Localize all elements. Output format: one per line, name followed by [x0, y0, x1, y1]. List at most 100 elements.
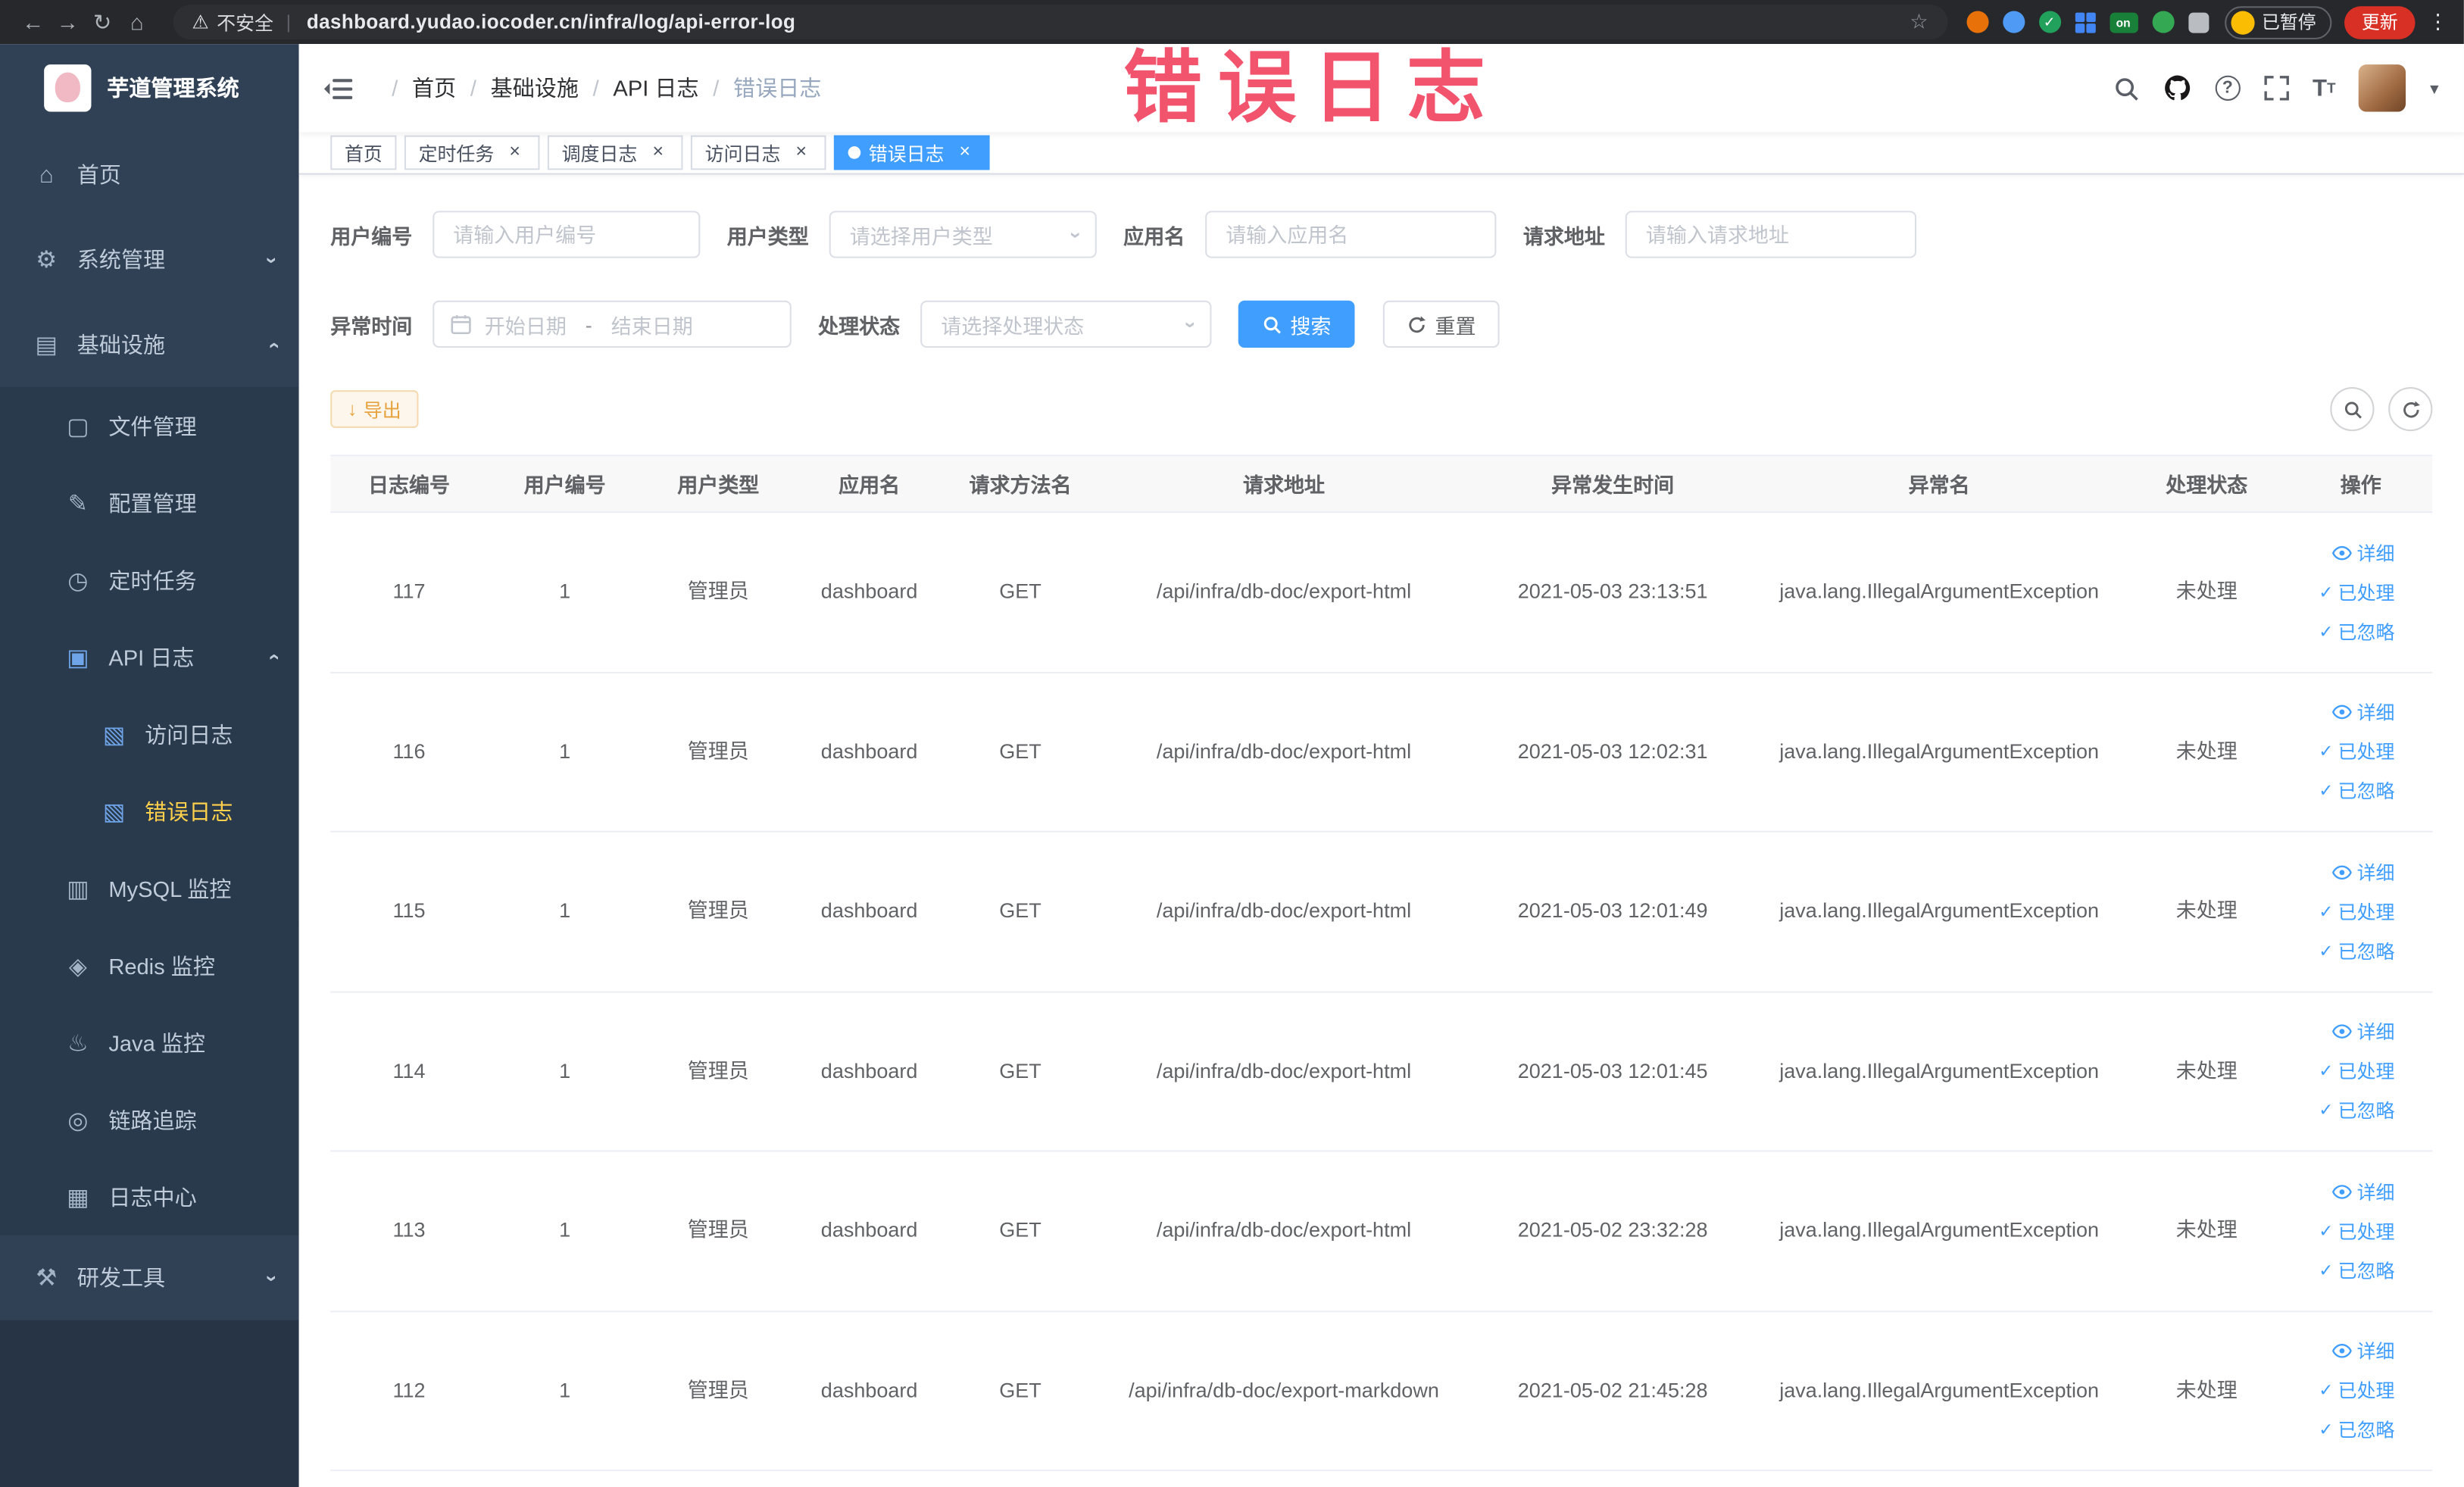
toggle-search-button[interactable] [2330, 386, 2375, 432]
mark-ignored-link[interactable]: ✓ 已忽略 [2319, 937, 2394, 964]
app-name-input[interactable] [1205, 211, 1497, 258]
eye-icon [2331, 865, 2352, 879]
detail-link[interactable]: 详细 [2331, 539, 2394, 566]
request-url-input[interactable] [1625, 211, 1917, 258]
breadcrumb-item[interactable]: 基础设施 [456, 73, 579, 105]
mark-ignored-link[interactable]: ✓ 已忽略 [2319, 1257, 2394, 1283]
close-icon[interactable]: × [504, 142, 526, 164]
bookmark-star-icon[interactable]: ☆ [1910, 9, 1928, 34]
cell-status: 未处理 [2175, 899, 2238, 923]
cell-method: GET [999, 1378, 1042, 1402]
reset-button[interactable]: 重置 [1382, 300, 1500, 348]
cell-user-type: 管理员 [687, 1378, 749, 1402]
sidebar-item[interactable]: Redis 监控 › [0, 926, 299, 1004]
detail-link[interactable]: 详细 [2331, 859, 2394, 886]
cell-actions: 详细 ✓ 已处理 ✓ 已忽略 [2289, 699, 2432, 804]
cell-exception-time: 2021-05-03 12:01:49 [1517, 899, 1708, 923]
extension-icon[interactable]: ✓ [2038, 11, 2061, 33]
mark-processed-link[interactable]: ✓ 已处理 [2319, 739, 2394, 765]
help-icon[interactable]: ? [2215, 75, 2241, 101]
sidebar-item-label: Java 监控 [108, 1029, 206, 1055]
extensions-puzzle-icon[interactable] [2188, 11, 2209, 33]
fullscreen-icon[interactable] [2264, 76, 2289, 101]
mark-ignored-link[interactable]: ✓ 已忽略 [2319, 1417, 2394, 1443]
user-menu-caret-icon[interactable]: ▾ [2430, 78, 2438, 98]
breadcrumb-item[interactable]: 首页 [378, 73, 456, 105]
process-status-select[interactable]: 请选择处理状态 › [920, 300, 1212, 348]
github-icon[interactable] [2163, 74, 2191, 102]
mark-processed-link[interactable]: ✓ 已处理 [2319, 1217, 2394, 1244]
detail-link[interactable]: 详细 [2331, 699, 2394, 726]
browser-home-icon[interactable]: ⌂ [120, 9, 155, 34]
sidebar-item[interactable]: 基础设施 › [0, 301, 299, 387]
sidebar-item[interactable]: 研发工具 › [0, 1235, 299, 1320]
sidebar-item[interactable]: API 日志 › [0, 618, 299, 696]
browser-update-button[interactable]: 更新 [2344, 5, 2416, 39]
extension-badge[interactable]: on [2109, 11, 2138, 33]
breadcrumb-item[interactable]: API 日志 [579, 73, 698, 105]
refresh-button[interactable] [2388, 386, 2433, 432]
view-tab-label: 错误日志 [868, 142, 945, 165]
mark-processed-link[interactable]: ✓ 已处理 [2319, 898, 2394, 925]
forward-icon[interactable]: → [50, 9, 85, 34]
sidebar-item[interactable]: Java 监控 › [0, 1004, 299, 1082]
profile-chip[interactable]: 已暂停 [2224, 5, 2332, 39]
mark-processed-link[interactable]: ✓ 已处理 [2319, 579, 2394, 605]
detail-link[interactable]: 详细 [2331, 1018, 2394, 1045]
mark-ignored-link[interactable]: ✓ 已忽略 [2319, 778, 2394, 804]
cell-status: 未处理 [2175, 579, 2238, 604]
sidebar-item[interactable]: 文件管理 › [0, 386, 299, 464]
sidebar-item[interactable]: MySQL 监控 › [0, 849, 299, 927]
column-header: 请求方法名 [969, 473, 1072, 498]
reload-icon[interactable]: ↻ [85, 8, 120, 35]
sidebar-item[interactable]: 配置管理 › [0, 464, 299, 542]
user-type-select[interactable]: 请选择用户类型 › [829, 211, 1097, 258]
view-tab[interactable]: 调度日志 × [547, 135, 683, 170]
sidebar-item[interactable]: 错误日志 › [0, 772, 299, 850]
sidebar-item[interactable]: 链路追踪 › [0, 1081, 299, 1158]
check-icon: ✓ [2319, 742, 2334, 762]
column-header: 应用名 [839, 473, 901, 498]
font-size-icon[interactable]: TT [2313, 75, 2335, 102]
extension-icon[interactable] [1966, 11, 1988, 33]
mark-ignored-link[interactable]: ✓ 已忽略 [2319, 1097, 2394, 1123]
extension-icon[interactable] [2002, 11, 2025, 33]
sidebar-item[interactable]: 访问日志 › [0, 695, 299, 773]
search-button[interactable]: 搜索 [1238, 300, 1355, 348]
detail-link[interactable]: 详细 [2331, 1338, 2394, 1364]
extension-grid-icon[interactable] [2074, 11, 2095, 33]
detail-link[interactable]: 详细 [2331, 1178, 2394, 1204]
address-bar[interactable]: ⚠ 不安全 | dashboard.yudao.iocoder.cn/infra… [173, 5, 1947, 39]
view-tab[interactable]: 首页 × [330, 135, 397, 170]
filter-row-2: 异常时间 开始日期 - 结束日期 处理状态 请选择处理状态 › 搜索 重置 [330, 300, 2432, 348]
mark-processed-link[interactable]: ✓ 已处理 [2319, 1057, 2394, 1084]
mark-processed-link[interactable]: ✓ 已处理 [2319, 1377, 2394, 1404]
exception-time-range-picker[interactable]: 开始日期 - 结束日期 [433, 300, 792, 348]
logo[interactable]: 芋道管理系统 [0, 44, 299, 132]
user-id-input[interactable] [433, 211, 701, 258]
user-avatar[interactable] [2359, 64, 2407, 112]
mark-ignored-link[interactable]: ✓ 已忽略 [2319, 618, 2394, 645]
sidebar-toggle-icon[interactable] [323, 77, 353, 100]
cell-request-url: /api/infra/db-doc/export-html [1156, 739, 1412, 764]
breadcrumb-item[interactable]: 错误日志 [699, 73, 821, 105]
view-tab[interactable]: 定时任务 × [404, 135, 540, 170]
browser-menu-icon[interactable]: ⋮ [2428, 9, 2448, 34]
close-icon[interactable]: × [954, 142, 976, 164]
sidebar-item[interactable]: 首页 › [0, 132, 299, 217]
mysql-icon [64, 874, 91, 902]
export-button[interactable]: ↓ 导出 [330, 390, 419, 428]
sidebar-item[interactable]: 系统管理 › [0, 217, 299, 302]
cell-request-url: /api/infra/db-doc/export-html [1156, 579, 1412, 604]
close-icon[interactable]: × [790, 142, 812, 164]
extension-icon[interactable] [2151, 11, 2174, 33]
close-icon[interactable]: × [647, 142, 669, 164]
search-icon[interactable] [2113, 75, 2139, 102]
cell-log-id: 116 [392, 739, 426, 764]
view-tab[interactable]: 错误日志 × [834, 135, 990, 170]
back-icon[interactable]: ← [16, 9, 51, 34]
cell-exception-name: java.lang.IllegalArgumentException [1779, 579, 2100, 604]
view-tab[interactable]: 访问日志 × [690, 135, 826, 170]
sidebar-item[interactable]: 定时任务 › [0, 541, 299, 619]
sidebar-item[interactable]: 日志中心 › [0, 1157, 299, 1236]
